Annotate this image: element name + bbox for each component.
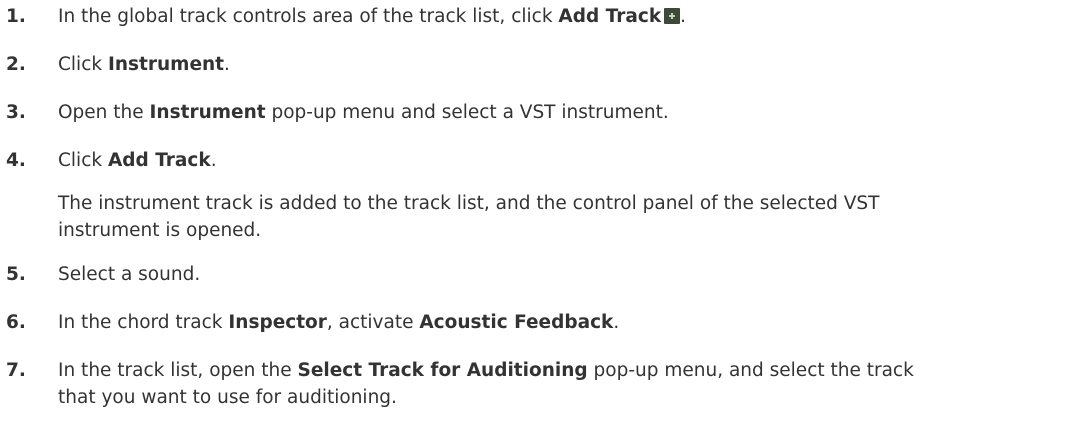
step-7-bold: Select Track for Auditioning (297, 360, 588, 381)
step-7-text: In the track list, open the Select Track… (58, 360, 914, 382)
step-3-bold: Instrument (149, 102, 266, 123)
step-2-post: . (224, 54, 230, 75)
step-7-pre: In the track list, open the (58, 360, 298, 381)
instruction-steps: 1. In the global track controls area of … (0, 0, 1072, 428)
step-4-pre: Click (58, 150, 108, 171)
step-2-number: 2. (6, 54, 26, 75)
step-2-text: Click Instrument. (58, 54, 230, 76)
step-4-number: 4. (6, 150, 26, 171)
step-7-line-2: that you want to use for auditioning. (58, 387, 397, 408)
step-1-text: In the global track controls area of the… (58, 6, 686, 28)
step-6-bold-1: Inspector (228, 312, 327, 333)
step-3-post: pop-up menu and select a VST instrument. (265, 102, 669, 123)
step-3-pre: Open the (58, 102, 150, 123)
step-1-bold: Add Track (558, 6, 662, 27)
step-5-text: Select a sound. (58, 264, 201, 285)
step-4-result-line-2: instrument is opened. (58, 220, 262, 241)
step-7-number: 7. (6, 360, 26, 381)
step-6-mid: , activate (326, 312, 420, 333)
add-track-plus-icon (664, 8, 681, 24)
step-3-number: 3. (6, 102, 26, 123)
step-6-bold-2: Acoustic Feedback (419, 312, 614, 333)
step-4-post: . (210, 150, 217, 171)
step-6-pre: In the chord track (58, 312, 229, 333)
step-3-text: Open the Instrument pop-up menu and sele… (58, 102, 669, 124)
step-1-post: . (680, 6, 687, 27)
step-1-pre: In the global track controls area of the… (58, 6, 559, 27)
step-4-result-line-1: The instrument track is added to the tra… (58, 193, 880, 214)
step-6-number: 6. (6, 312, 26, 333)
step-2-bold: Instrument (107, 54, 225, 75)
step-1-number: 1. (6, 6, 26, 27)
step-4-text: Click Add Track. (58, 150, 217, 172)
step-4-bold: Add Track (107, 150, 211, 171)
step-2-pre: Click (58, 54, 108, 75)
step-6-text: In the chord track Inspector, activate A… (58, 312, 619, 334)
step-5-number: 5. (6, 264, 26, 285)
step-7-post: pop-up menu, and select the track (587, 360, 914, 381)
step-6-post: . (613, 312, 620, 333)
